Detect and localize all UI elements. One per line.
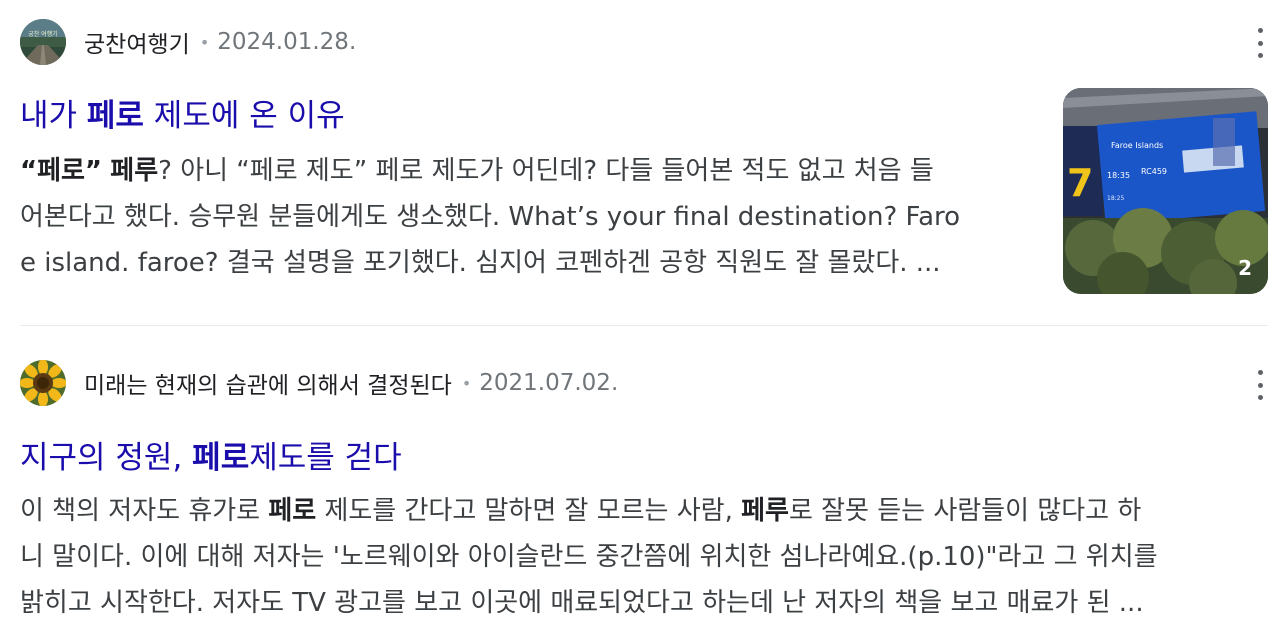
search-result-1: 궁찬 여행기 궁찬여행기 • 2024.01.28. 내가 페로 제도에 온 이… [20,0,1268,325]
avatar[interactable] [20,360,66,406]
svg-text:18:35: 18:35 [1107,171,1130,180]
svg-text:RC459: RC459 [1141,167,1167,176]
title-text-post: 제도를 걷다 [249,440,402,476]
result-header: 미래는 현재의 습관에 의해서 결정된다 • 2021.07.02. [20,358,618,408]
source-name[interactable]: 궁찬여행기 [84,25,190,59]
more-options-icon[interactable] [1252,28,1268,58]
result-header: 궁찬 여행기 궁찬여행기 • 2024.01.28. [20,16,356,68]
title-text-bold: 페로 [192,440,250,476]
result-thumbnail[interactable]: 7 Faroe Islands 18:35 RC459 18:25 2 [1063,88,1268,294]
source-name[interactable]: 미래는 현재의 습관에 의해서 결정된다 [84,366,452,400]
snippet-line-3: e island. faroe? 결국 설명을 포기했다. 심지어 코펜하겐 공… [20,248,941,278]
result-title-link[interactable]: 내가 페로 제도에 온 이유 [20,90,345,135]
separator-dot: • [461,373,472,393]
more-options-icon[interactable] [1252,370,1268,400]
result-title-link[interactable]: 지구의 정원, 페로제도를 걷다 [20,432,402,477]
svg-text:궁찬 여행기: 궁찬 여행기 [28,30,58,38]
result-snippet: “페로” 페루? 아니 “페로 제도” 페로 제도가 어딘데? 다들 들어본 적… [20,148,960,286]
travel-landscape-icon: 궁찬 여행기 [20,19,66,65]
title-text-bold: 페로 [86,98,144,134]
snippet-text: 이 책의 저자도 휴가로 [20,496,269,526]
post-date: 2024.01.28. [217,29,357,55]
snippet-text: ? 아니 “페로 제도” 페로 제도가 어딘데? 다들 들어본 적도 없고 처음… [158,156,934,186]
snippet-line-3: 밝히고 시작한다. 저자도 TV 광고를 보고 이곳에 매료되었다고 하는데 난… [20,588,1144,618]
snippet-highlight: 페로 [268,496,317,526]
search-result-2: 미래는 현재의 습관에 의해서 결정된다 • 2021.07.02. 지구의 정… [20,340,1268,641]
title-text-pre: 지구의 정원, [20,440,193,476]
avatar[interactable]: 궁찬 여행기 [20,19,66,65]
snippet-text: 제도를 간다고 말하면 잘 모르는 사람, [316,496,742,526]
title-text-post: 제도에 온 이유 [143,98,345,134]
snippet-highlight: “페로” [20,156,103,186]
snippet-line-1: 이 책의 저자도 휴가로 페로 제도를 간다고 말하면 잘 모르는 사람, 페루… [20,488,1158,534]
separator-dot: • [199,32,210,52]
result-snippet: 이 책의 저자도 휴가로 페로 제도를 간다고 말하면 잘 모르는 사람, 페루… [20,488,1158,626]
snippet-line-2: 니 말이다. 이에 대해 저자는 '노르웨이와 아이슬란드 중간쯤에 위치한 섬… [20,542,1158,572]
snippet-line-1: “페로” 페루? 아니 “페로 제도” 페로 제도가 어딘데? 다들 들어본 적… [20,148,960,194]
snippet-highlight: 페루 [110,156,159,186]
title-text-pre: 내가 [20,98,87,134]
snippet-line-2: 어본다고 했다. 승무원 분들에게도 생소했다. What’s your fin… [20,202,961,232]
snippet-text: 로 잘못 듣는 사람들이 많다고 하 [788,496,1142,526]
snippet-highlight: 페루 [741,496,789,526]
image-count-badge: 2 [1238,256,1252,280]
post-date: 2021.07.02. [479,370,619,396]
svg-text:18:25: 18:25 [1107,195,1124,202]
svg-text:7: 7 [1067,161,1093,205]
svg-text:Faroe Islands: Faroe Islands [1111,141,1163,150]
results-divider [20,325,1268,326]
sunflower-icon [20,360,66,406]
